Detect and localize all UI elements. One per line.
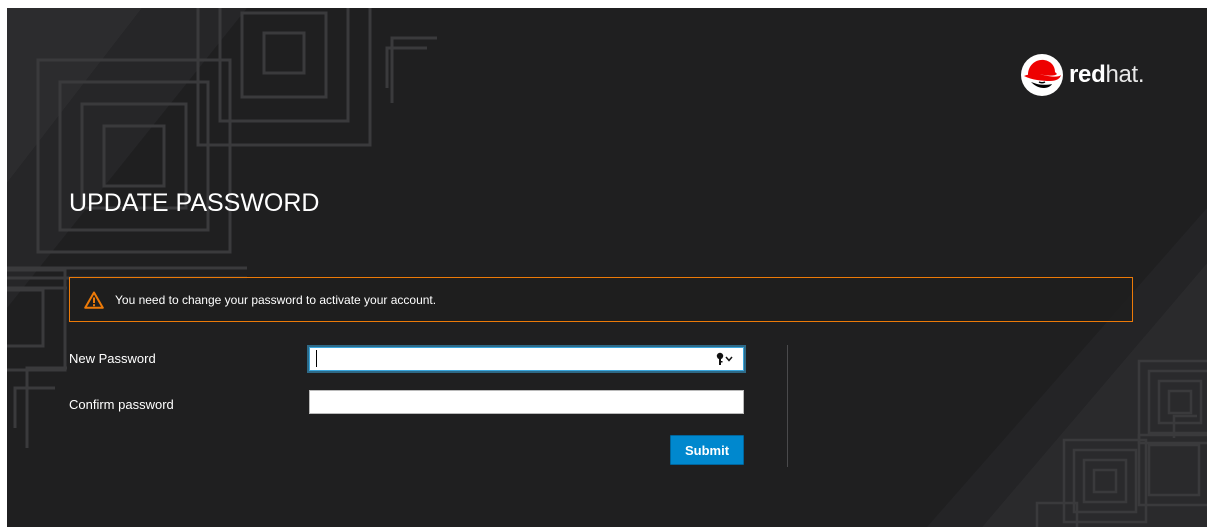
redhat-wordmark: redhat. bbox=[1069, 61, 1145, 88]
wordmark-trademark: . bbox=[1137, 61, 1145, 88]
warning-alert: You need to change your password to acti… bbox=[69, 277, 1133, 322]
confirm-password-label: Confirm password bbox=[69, 397, 174, 412]
alert-message: You need to change your password to acti… bbox=[115, 292, 437, 307]
wordmark-hat: hat bbox=[1105, 61, 1138, 88]
key-autofill-icon[interactable] bbox=[716, 351, 740, 367]
confirm-password-field[interactable] bbox=[309, 390, 744, 414]
text-cursor bbox=[316, 350, 317, 367]
vertical-divider bbox=[787, 345, 788, 467]
page-title: UPDATE PASSWORD bbox=[69, 189, 320, 217]
new-password-label: New Password bbox=[69, 351, 156, 366]
redhat-logo: redhat. bbox=[1020, 53, 1145, 97]
redhat-shadowman-icon bbox=[1021, 54, 1063, 96]
submit-button[interactable]: Submit bbox=[670, 435, 744, 465]
warning-triangle-icon bbox=[84, 291, 104, 309]
new-password-field[interactable] bbox=[309, 347, 744, 371]
wordmark-red: red bbox=[1069, 61, 1106, 88]
login-page: redhat. UPDATE PASSWORD You need to chan… bbox=[7, 8, 1207, 527]
